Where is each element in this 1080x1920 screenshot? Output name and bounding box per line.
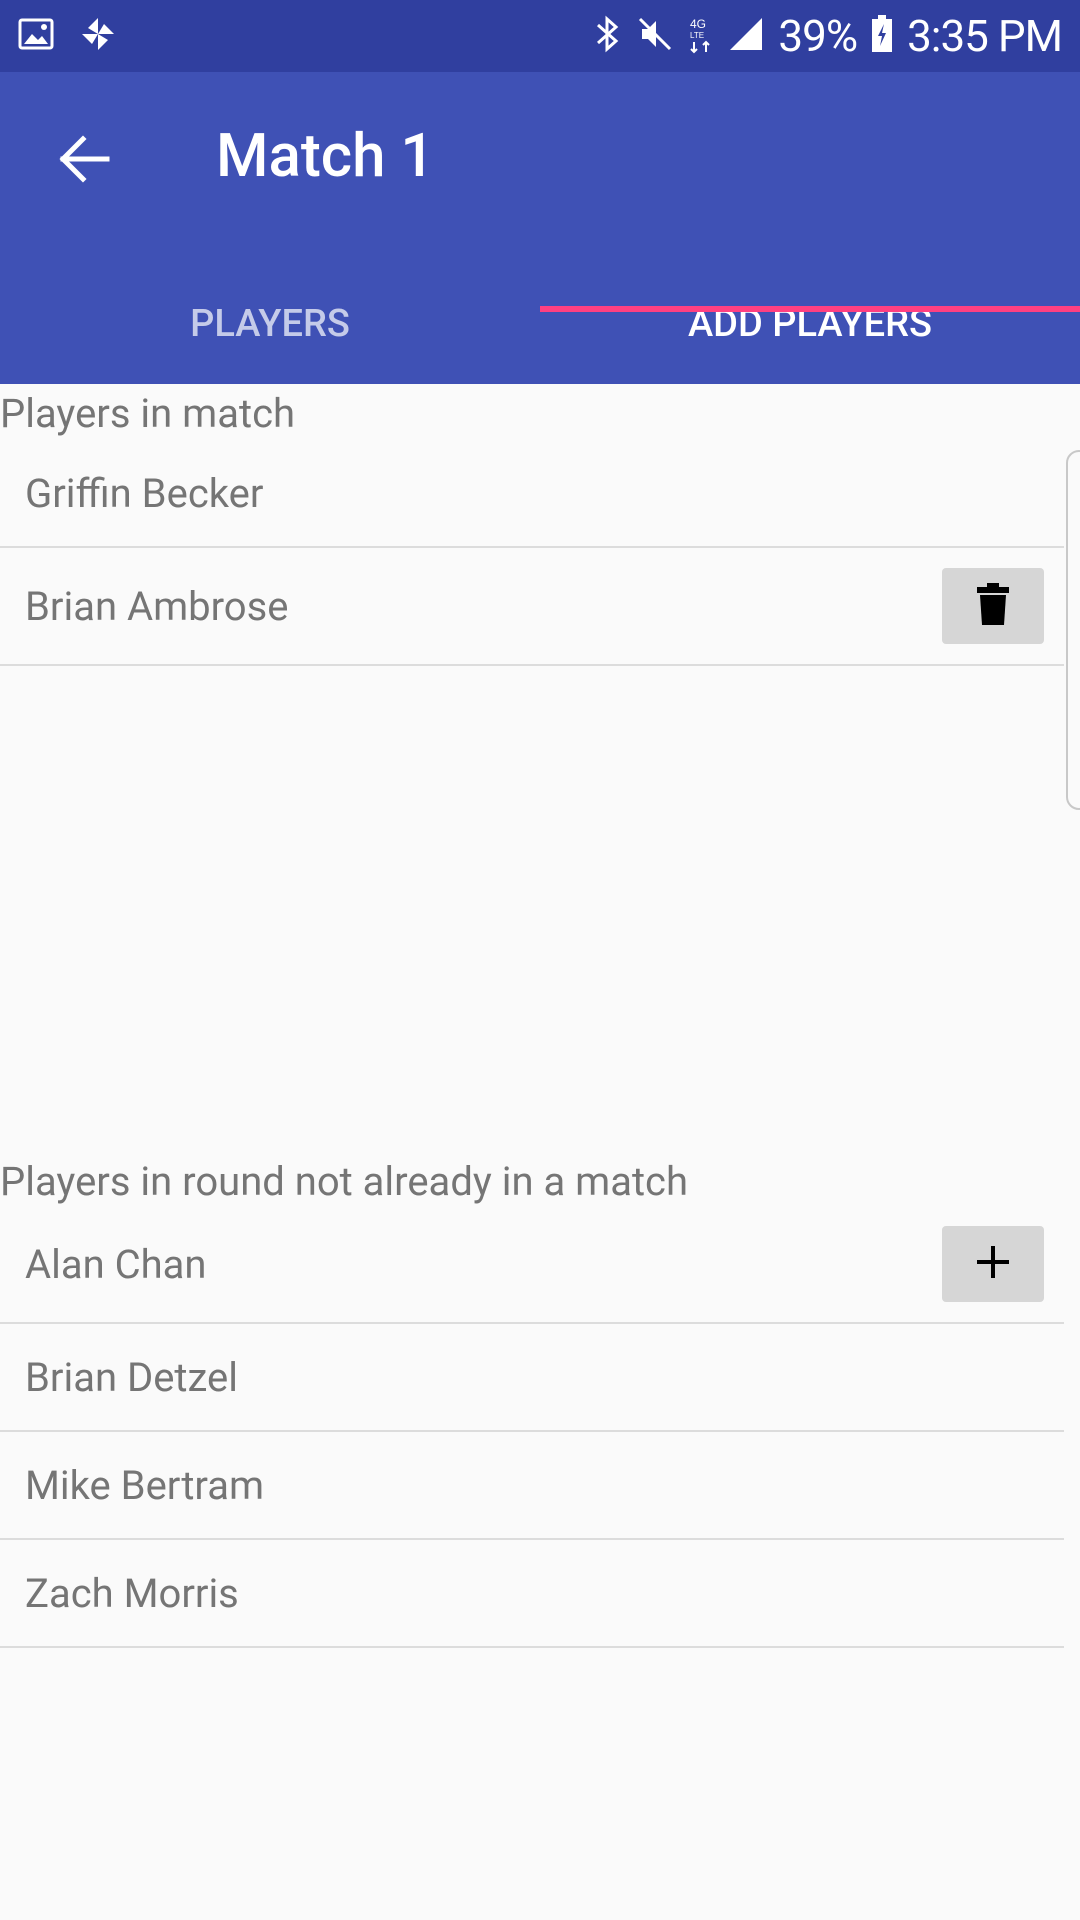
battery-percent: 39% [778, 10, 858, 62]
image-icon [18, 18, 54, 54]
available-players-label: Players in round not already in a match [0, 1158, 689, 1205]
status-bar: 4G LTE 39% 3:35 PM [0, 0, 1080, 72]
clock: 3:35 PM [907, 10, 1063, 62]
bluetooth-icon [592, 15, 622, 57]
remove-player-button[interactable] [942, 568, 1044, 644]
list-item[interactable]: Zach Morris [0, 1540, 1064, 1648]
arrow-back-icon [59, 135, 111, 187]
mute-icon [636, 15, 674, 57]
back-button[interactable] [50, 126, 120, 196]
list-item[interactable]: Brian Detzel [0, 1324, 1064, 1432]
tab-add-players[interactable]: ADD PLAYERS [540, 264, 1080, 384]
battery-charging-icon [871, 15, 893, 57]
list-item[interactable]: Alan Chan [0, 1206, 1064, 1324]
tab-bar: PLAYERS ADD PLAYERS [0, 264, 1080, 384]
player-name: Brian Ambrose [25, 582, 289, 630]
svg-text:4G: 4G [690, 17, 706, 31]
player-name: Mike Bertram [25, 1461, 265, 1509]
tab-players[interactable]: PLAYERS [0, 264, 540, 384]
player-name: Zach Morris [25, 1569, 239, 1617]
player-name: Alan Chan [25, 1240, 207, 1288]
add-player-button[interactable] [942, 1226, 1044, 1302]
pinwheel-icon [80, 16, 116, 56]
players-in-match-label: Players in match [0, 390, 296, 437]
scroll-handle[interactable] [1066, 450, 1080, 810]
list-item[interactable]: Mike Bertram [0, 1432, 1064, 1540]
signal-icon [728, 16, 764, 56]
page-title: Match 1 [216, 120, 435, 191]
tab-indicator [540, 306, 1080, 312]
trash-icon [977, 583, 1009, 629]
plus-icon [975, 1244, 1011, 1284]
list-item[interactable]: Griffin Becker [0, 440, 1064, 548]
app-bar: Match 1 PLAYERS ADD PLAYERS [0, 72, 1080, 384]
svg-text:LTE: LTE [690, 31, 704, 40]
player-name: Griffin Becker [25, 469, 264, 517]
list-item[interactable]: Brian Ambrose [0, 548, 1064, 666]
player-name: Brian Detzel [25, 1353, 238, 1401]
lte-icon: 4G LTE [688, 14, 714, 58]
